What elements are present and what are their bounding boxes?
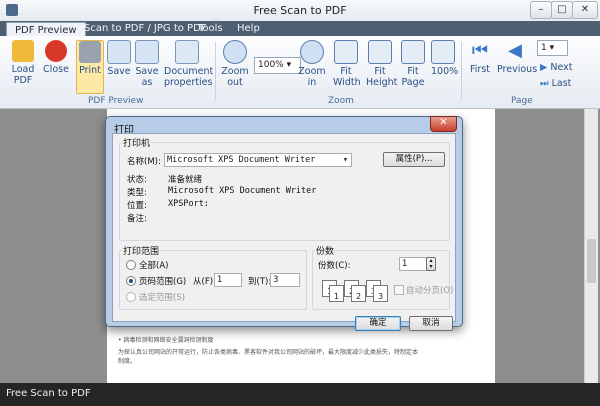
from-page-input[interactable]: 1 (214, 273, 242, 287)
first-page-button[interactable]: ⏮ First (467, 40, 493, 75)
previous-page-button[interactable]: ◀ Previous (497, 40, 537, 75)
collate-page-icon: 2 (351, 285, 366, 302)
status-label: 状态: (127, 175, 147, 185)
menu-bar: PDF Preview Scan to PDF / JPG to PDF Too… (0, 21, 600, 37)
cancel-button[interactable]: 取消 (409, 316, 453, 331)
close-pdf-button[interactable]: Close (42, 40, 70, 75)
zoom-out-button[interactable]: Zoom out (221, 40, 249, 88)
zoom-in-button[interactable]: Zoom in (298, 40, 326, 88)
from-label: 从(F): (193, 277, 216, 287)
actual-size-icon (431, 40, 455, 64)
zoom-in-icon (300, 40, 324, 64)
location-value: XPSPort: (168, 199, 209, 209)
close-window-button[interactable]: ✕ (572, 1, 598, 19)
status-text: Free Scan to PDF (6, 388, 91, 399)
fit-height-icon (368, 40, 392, 64)
folder-icon (12, 40, 34, 62)
page-select[interactable]: 1 ▾ (537, 40, 568, 56)
previous-page-icon: ◀ (508, 40, 522, 61)
last-page-button[interactable]: ⏭ Last (540, 78, 574, 89)
selection-radio[interactable] (126, 292, 136, 302)
all-pages-label: 全部(A) (139, 261, 169, 271)
page-range-radio[interactable] (126, 276, 136, 286)
app-window: Free Scan to PDF – □ ✕ PDF Preview Scan … (0, 0, 600, 406)
next-page-button[interactable]: ▶ Next (540, 62, 574, 73)
document-line: • 病毒检测和网络安全漏洞检测制度 (118, 337, 214, 344)
ribbon: Load PDF Close Print Save Save as Docume… (0, 36, 600, 109)
close-icon (45, 40, 67, 62)
group-label-page: Page (511, 96, 533, 106)
document-properties-button[interactable]: Document properties (164, 40, 213, 88)
document-line: 为探认真公司网站的开常运行，防止各类病毒、黑客软件对我公司网站的破坏，最大限度减… (118, 349, 419, 356)
comment-label: 备注: (127, 214, 147, 224)
fit-page-button[interactable]: Fit Page (401, 40, 425, 88)
document-line: 制度。 (118, 358, 137, 365)
ok-button[interactable]: 确定 (355, 316, 401, 331)
zoom-select[interactable]: 100% ▾ (254, 57, 301, 74)
actual-size-button[interactable]: 100% (431, 40, 458, 77)
load-pdf-button[interactable]: Load PDF (6, 40, 40, 86)
zoom-out-icon (223, 40, 247, 64)
title-bar: Free Scan to PDF – □ ✕ (0, 0, 600, 22)
dialog-body: 打印机 名称(M): Microsoft XPS Document Writer… (112, 133, 456, 331)
fit-page-icon (401, 40, 425, 64)
save-as-button[interactable]: Save as (135, 40, 159, 88)
fit-width-button[interactable]: Fit Width (333, 40, 361, 88)
group-label-zoom: Zoom (328, 96, 354, 106)
collate-page-icon: 1 (329, 285, 344, 302)
printer-name-select[interactable]: Microsoft XPS Document Writer ▾ (164, 153, 352, 167)
copies-group-label: 份数 (315, 244, 336, 257)
properties-button[interactable]: 属性(P)... (383, 152, 445, 167)
collate-checkbox[interactable] (394, 285, 404, 295)
ribbon-separator (215, 42, 216, 100)
range-group-label: 打印范围 (122, 244, 161, 257)
printer-group-label: 打印机 (122, 136, 152, 149)
status-value: 准备就绪 (168, 175, 203, 185)
save-icon (107, 40, 131, 64)
first-page-icon: ⏮ (471, 40, 489, 61)
collate-page-icon: 3 (373, 285, 388, 302)
tab-scan-to-pdf[interactable]: Scan to PDF / JPG to PDF (84, 21, 207, 36)
last-page-icon: ⏭ (540, 78, 549, 89)
copies-stepper[interactable]: ▴ ▾ (426, 257, 436, 271)
next-page-icon: ▶ (540, 62, 548, 73)
group-label-pdf-preview: PDF Preview (88, 96, 144, 106)
type-label: 类型: (127, 188, 147, 198)
location-label: 位置: (127, 201, 147, 211)
scrollbar-thumb[interactable] (587, 239, 596, 283)
printer-icon (79, 41, 101, 63)
type-value: Microsoft XPS Document Writer (168, 186, 317, 196)
window-title: Free Scan to PDF (253, 4, 347, 17)
fit-height-button[interactable]: Fit Height (366, 40, 397, 88)
save-button[interactable]: Save (106, 40, 132, 77)
vertical-scrollbar[interactable] (584, 109, 598, 383)
fit-width-icon (334, 40, 358, 64)
tab-pdf-preview[interactable]: PDF Preview (6, 22, 86, 37)
copies-label: 份数(C): (318, 261, 351, 271)
save-as-icon (135, 40, 159, 64)
tab-help[interactable]: Help (237, 21, 260, 36)
to-page-input[interactable]: 3 (270, 273, 300, 287)
copies-input[interactable]: 1 (399, 257, 427, 271)
print-dialog: 打印 ✕ 打印机 名称(M): Microsoft XPS Document W… (105, 116, 463, 331)
ribbon-separator (461, 42, 462, 100)
all-pages-radio[interactable] (126, 260, 136, 270)
selection-label: 选定范围(S) (139, 293, 186, 303)
status-bar: Free Scan to PDF (0, 383, 600, 406)
dialog-close-button[interactable]: ✕ (430, 116, 457, 132)
maximize-button[interactable]: □ (551, 1, 573, 19)
properties-icon (175, 40, 199, 64)
printer-name-label: 名称(M): (127, 157, 161, 167)
page-range-label: 页码范围(G) (139, 277, 187, 287)
dropdown-arrow-icon: ▾ (342, 155, 348, 165)
collate-label: 自动分页(O) (406, 286, 454, 296)
to-label: 到(T): (248, 277, 272, 287)
tab-tools[interactable]: Tools (198, 21, 223, 36)
minimize-button[interactable]: – (530, 1, 552, 19)
print-button[interactable]: Print (76, 40, 104, 94)
